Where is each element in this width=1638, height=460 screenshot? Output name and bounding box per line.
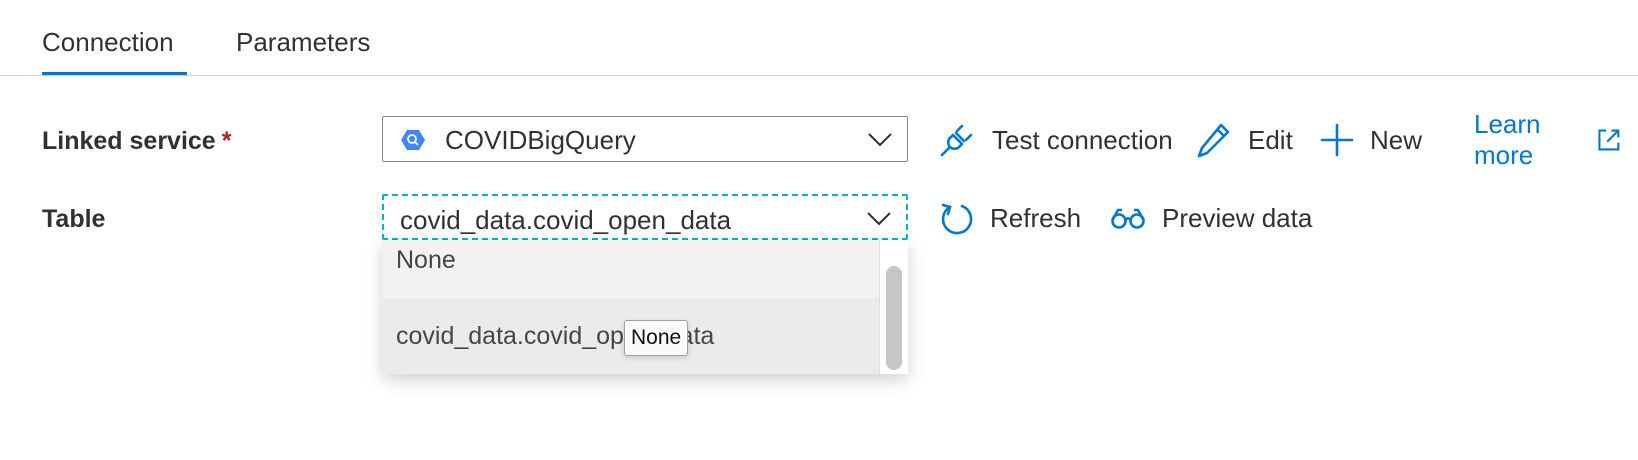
new-button[interactable]: New [1320,120,1422,160]
bigquery-icon [401,130,425,150]
external-link-icon [1598,129,1620,151]
refresh-label: Refresh [990,202,1082,233]
table-value: covid_data.covid_open_data [400,205,732,235]
preview-data-label: Preview data [1162,202,1313,233]
test-connection-button[interactable]: Test connection [938,120,1173,160]
tab-connection[interactable]: Connection [42,26,174,58]
learn-more-link[interactable]: Learn more [1474,109,1638,170]
linked-service-value: COVIDBigQuery [445,125,636,155]
linked-service-label-text: Linked service [42,127,216,155]
edit-label: Edit [1248,124,1293,155]
chevron-down-icon [867,212,891,226]
tab-divider [0,75,1638,76]
table-dropdown[interactable]: covid_data.covid_open_data [382,194,908,240]
required-marker: * [221,127,232,155]
dropdown-option-none[interactable]: None [382,240,880,298]
linked-service-label: Linked service * [42,126,231,156]
scrollbar-thumb[interactable] [886,266,902,370]
preview-data-button[interactable]: Preview data [1110,198,1312,238]
plus-icon [1320,123,1354,157]
new-label: New [1370,124,1423,155]
glasses-icon [1111,208,1145,229]
scrollbar-track[interactable] [879,240,908,374]
edit-button[interactable]: Edit [1196,120,1293,160]
tab-parameters[interactable]: Parameters [236,26,370,58]
test-connection-label: Test connection [992,124,1173,155]
chevron-down-icon [868,133,892,147]
tooltip: None [624,320,689,356]
learn-more-label: Learn more [1474,109,1541,170]
refresh-button[interactable]: Refresh [940,198,1081,238]
table-label: Table [42,205,106,233]
linked-service-dropdown[interactable]: COVIDBigQuery [382,116,908,162]
refresh-icon [941,203,973,235]
pencil-icon [1197,123,1230,158]
plug-icon [940,124,973,157]
